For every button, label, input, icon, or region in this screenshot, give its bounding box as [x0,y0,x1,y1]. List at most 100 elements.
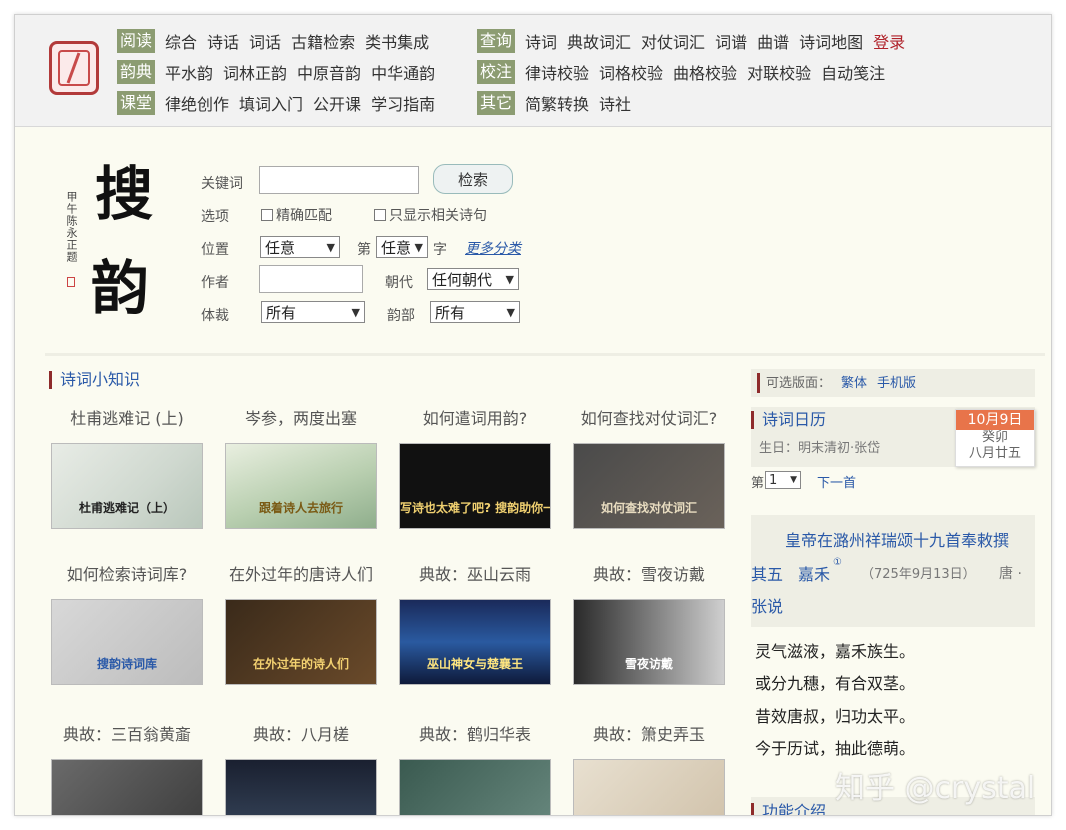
birthday-text: 生日：明末清初·张岱 [759,441,881,456]
knowledge-card-thumbnail[interactable]: 跟着诗人去旅行 [225,443,377,529]
login-link[interactable]: 登录 [873,29,905,53]
nth-select[interactable]: 任意 ▼ [376,236,428,258]
only-related-checkbox[interactable]: 只显示相关诗句 [374,205,487,225]
mobile-link[interactable]: 手机版 [877,376,916,391]
nav-link-duizhang[interactable]: 对仗词汇 [641,29,705,53]
chevron-down-icon: ▼ [505,272,514,286]
knowledge-card-thumbnail[interactable]: 在外过年的诗人们 [225,599,377,685]
knowledge-card-thumbnail[interactable]: 杜甫逃难记（上） [51,443,203,529]
nav-link-convert[interactable]: 简繁转换 [525,91,589,115]
nth-label: 第 [357,242,371,258]
knowledge-card-title[interactable]: 如何查找对仗词汇? [564,405,734,429]
poem-page-select[interactable]: 1 ▼ [765,471,801,489]
nav-link-lvshi-check[interactable]: 律诗校验 [525,60,589,84]
poem-name: 嘉禾 [798,565,831,584]
nav-category-class[interactable]: 课堂 [117,90,156,115]
nav-link-tianci[interactable]: 填词入门 [239,91,303,115]
knowledge-card-thumbnail[interactable]: 三百翁黄齑 [51,759,203,815]
nav-link-qupu[interactable]: 曲谱 [757,29,789,53]
site-logo-seal[interactable] [49,41,99,95]
knowledge-card-title[interactable]: 岑参，两度出塞 [216,405,386,429]
nav-link-poetry-club[interactable]: 诗社 [599,91,631,115]
knowledge-card-title[interactable]: 典故：箫史弄玉 [564,721,734,745]
poem-title[interactable]: 皇帝在潞州祥瑞颂十九首奉敕撰 [785,527,1009,551]
knowledge-card-title[interactable]: 典故：鹤归华表 [390,721,560,745]
dynasty-select[interactable]: 任何朝代 ▼ [427,268,519,290]
keyword-input[interactable] [259,166,419,194]
knowledge-card-thumbnail[interactable]: 写诗也太难了吧? 搜韵助你一臂之力 [399,443,551,529]
nav-link-comprehensive[interactable]: 综合 [165,29,197,53]
nav-link-cihua[interactable]: 词话 [249,29,281,53]
nav-link-zhongyuan[interactable]: 中原音韵 [297,60,361,84]
nav-link-ancient-books[interactable]: 古籍检索 [291,29,355,53]
only-related-label: 只显示相关诗句 [389,208,487,224]
nav-row-check: 校注 律诗校验 词格校验 曲格校验 对联校验 自动笺注 [477,56,915,87]
knowledge-card-thumbnail[interactable]: 搜韵诗词库 [51,599,203,685]
page-label: 第 [751,476,765,491]
knowledge-card-thumbnail[interactable] [225,759,377,815]
knowledge-card-thumbnail[interactable] [573,759,725,815]
calligraphy-logo: 搜 韵 甲午陈永正题 [55,145,165,322]
knowledge-card-thumbnail[interactable]: 鹤 [399,759,551,816]
thumbnail-caption: 鹤 [400,815,550,816]
nav-link-quge-check[interactable]: 曲格校验 [673,60,737,84]
knowledge-card-title[interactable]: 在外过年的唐诗人们 [216,561,386,585]
thumbnail-caption: 在外过年的诗人们 [252,657,349,671]
nav-category-read[interactable]: 阅读 [117,28,156,53]
nav-link-pingshui[interactable]: 平水韵 [165,60,213,84]
chevron-down-icon: ▼ [326,240,335,254]
more-categories-link[interactable]: 更多分类 [465,238,521,258]
exact-match-box[interactable] [261,209,273,221]
next-poem-link[interactable]: 下一首 [817,472,856,491]
poem-author[interactable]: 张说 [751,593,783,617]
poem-dynasty: 唐 · [999,566,1022,582]
nav-link-poem-map[interactable]: 诗词地图 [799,29,863,53]
author-input[interactable] [259,265,363,293]
knowledge-card-thumbnail[interactable]: 巫山神女与楚襄王 [399,599,551,685]
nav-link-poems[interactable]: 诗词 [525,29,557,53]
nav-link-duilian-check[interactable]: 对联校验 [747,60,811,84]
knowledge-card-title[interactable]: 典故：巫山云雨 [390,561,560,585]
traditional-link[interactable]: 繁体 [841,376,867,391]
nav-category-other[interactable]: 其它 [477,90,516,115]
knowledge-card-title[interactable]: 杜甫逃难记 (上) [42,405,212,429]
knowledge-card-title[interactable]: 如何检索诗词库? [42,561,212,585]
version-row: 可选版面： 繁体 手机版 [757,373,1029,393]
genre-select[interactable]: 所有 ▼ [261,301,365,323]
nav-category-query[interactable]: 查询 [477,28,516,53]
position-label: 位置 [201,242,229,258]
search-button[interactable]: 检索 [433,164,513,194]
poem-line: 或分九穗，有合双茎。 [755,674,916,693]
knowledge-card-thumbnail[interactable]: 雪夜访戴 [573,599,725,685]
knowledge-card-thumbnail[interactable]: 如何查找对仗词汇 [573,443,725,529]
nav-category-check[interactable]: 校注 [477,59,516,84]
knowledge-card-title[interactable]: 典故：三百翁黄齑 [42,721,212,745]
footnote-icon[interactable]: ① [833,557,842,568]
rhyme-select[interactable]: 所有 ▼ [430,301,520,323]
nav-link-guide[interactable]: 学习指南 [371,91,435,115]
nav-link-allusions[interactable]: 典故词汇 [567,29,631,53]
nav-link-auto-annotate[interactable]: 自动笺注 [821,60,885,84]
only-related-box[interactable] [374,209,386,221]
nav-link-cipu[interactable]: 词谱 [715,29,747,53]
nav-link-lvjue[interactable]: 律绝创作 [165,91,229,115]
nav-category-rhyme[interactable]: 韵典 [117,59,156,84]
chevron-down-icon: ▼ [351,305,360,319]
exact-match-checkbox[interactable]: 精确匹配 [261,205,332,225]
poem-line: 灵气滋液，嘉禾族生。 [755,642,916,661]
options-label: 选项 [201,209,229,225]
knowledge-card-title[interactable]: 典故：雪夜访戴 [564,561,734,585]
nav-link-cige-check[interactable]: 词格校验 [599,60,663,84]
nav-link-leishu[interactable]: 类书集成 [365,29,429,53]
knowledge-card-title[interactable]: 如何遣词用韵? [390,405,560,429]
rhyme-label: 韵部 [387,308,415,324]
nav-link-shihua[interactable]: 诗话 [207,29,239,53]
knowledge-card-title[interactable]: 典故：八月槎 [216,721,386,745]
position-select[interactable]: 任意 ▼ [260,236,340,258]
author-label: 作者 [201,275,229,291]
nav-link-open-course[interactable]: 公开课 [313,91,361,115]
chevron-down-icon: ▼ [506,305,515,319]
dynasty-value: 任何朝代 [432,270,493,289]
nav-link-cilin[interactable]: 词林正韵 [223,60,287,84]
nav-link-zhonghua[interactable]: 中华通韵 [371,60,435,84]
